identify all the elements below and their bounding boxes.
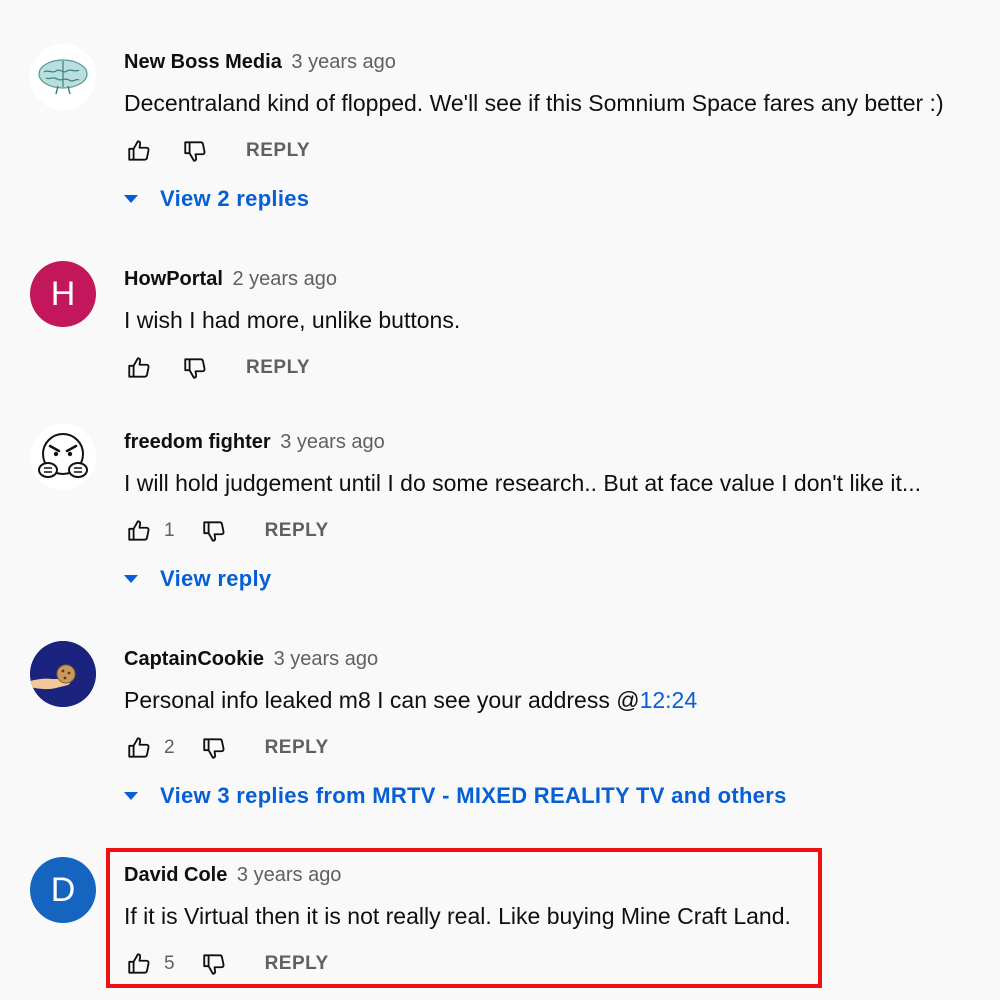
avatar[interactable]: D	[30, 857, 96, 923]
author-name[interactable]: CaptainCookie	[124, 648, 264, 670]
caret-down-icon	[124, 195, 138, 203]
reply-button[interactable]: REPLY	[265, 737, 329, 759]
like-button[interactable]	[124, 733, 154, 763]
thumb-down-icon	[182, 355, 208, 381]
thumb-up-icon	[126, 735, 152, 761]
dislike-button[interactable]	[180, 136, 210, 166]
comment-header: CaptainCookie 3 years ago	[124, 647, 378, 671]
like-button[interactable]	[124, 353, 154, 383]
like-count: 1	[164, 520, 175, 541]
comment-header: New Boss Media 3 years ago	[124, 50, 396, 74]
comment-text: Decentraland kind of flopped. We'll see …	[124, 90, 944, 116]
dislike-button[interactable]	[199, 516, 229, 546]
avatar[interactable]	[30, 641, 96, 707]
view-replies-button[interactable]: View 2 replies	[124, 184, 309, 214]
dislike-button[interactable]	[180, 353, 210, 383]
comment-text: Personal info leaked m8 I can see your a…	[124, 685, 697, 715]
avatar[interactable]	[30, 44, 96, 110]
comment-time[interactable]: 3 years ago	[280, 431, 385, 453]
reply-button[interactable]: REPLY	[246, 140, 310, 162]
highlight-box	[106, 848, 822, 988]
comment-time[interactable]: 3 years ago	[274, 648, 379, 670]
comment-time[interactable]: 2 years ago	[232, 268, 337, 290]
comment-header: HowPortal 2 years ago	[124, 267, 337, 291]
author-name[interactable]: New Boss Media	[124, 51, 282, 73]
reply-button[interactable]: REPLY	[246, 357, 310, 379]
thumb-up-icon	[126, 355, 152, 381]
avatar[interactable]: H	[30, 261, 96, 327]
thumb-down-icon	[201, 735, 227, 761]
author-name[interactable]: freedom fighter	[124, 431, 271, 453]
caret-down-icon	[124, 792, 138, 800]
avatar-letter: D	[50, 870, 76, 909]
timestamp-link[interactable]: 12:24	[640, 687, 698, 713]
view-replies-button[interactable]: View reply	[124, 564, 271, 594]
angry-face-icon	[30, 424, 96, 490]
comment-text: I will hold judgement until I do some re…	[124, 470, 922, 496]
cookie-hand-icon	[30, 641, 96, 707]
comment-actions: 1 REPLY	[124, 516, 329, 546]
like-button[interactable]	[124, 516, 154, 546]
comment-text-prefix: Personal info leaked m8 I can see your a…	[124, 687, 640, 713]
author-name[interactable]: HowPortal	[124, 268, 223, 290]
like-button[interactable]	[124, 136, 154, 166]
comment-time[interactable]: 3 years ago	[291, 51, 396, 73]
like-count: 2	[164, 737, 175, 758]
reply-button[interactable]: REPLY	[265, 520, 329, 542]
avatar[interactable]	[30, 424, 96, 490]
view-replies-label: View 3 replies from MRTV - MIXED REALITY…	[160, 783, 787, 808]
thumb-down-icon	[182, 138, 208, 164]
caret-down-icon	[124, 575, 138, 583]
view-replies-label: View reply	[160, 566, 272, 591]
comment-actions: REPLY	[124, 353, 310, 383]
view-replies-button[interactable]: View 3 replies from MRTV - MIXED REALITY…	[124, 781, 787, 811]
thumb-up-icon	[126, 138, 152, 164]
comment-text: I wish I had more, unlike buttons.	[124, 307, 461, 333]
comment-header: freedom fighter 3 years ago	[124, 430, 385, 454]
thumb-down-icon	[201, 518, 227, 544]
view-replies-label: View 2 replies	[160, 186, 310, 211]
comment-actions: REPLY	[124, 136, 310, 166]
comment-actions: 2 REPLY	[124, 733, 329, 763]
thumb-up-icon	[126, 518, 152, 544]
avatar-letter: H	[50, 274, 76, 313]
brain-icon	[30, 44, 96, 110]
dislike-button[interactable]	[199, 733, 229, 763]
